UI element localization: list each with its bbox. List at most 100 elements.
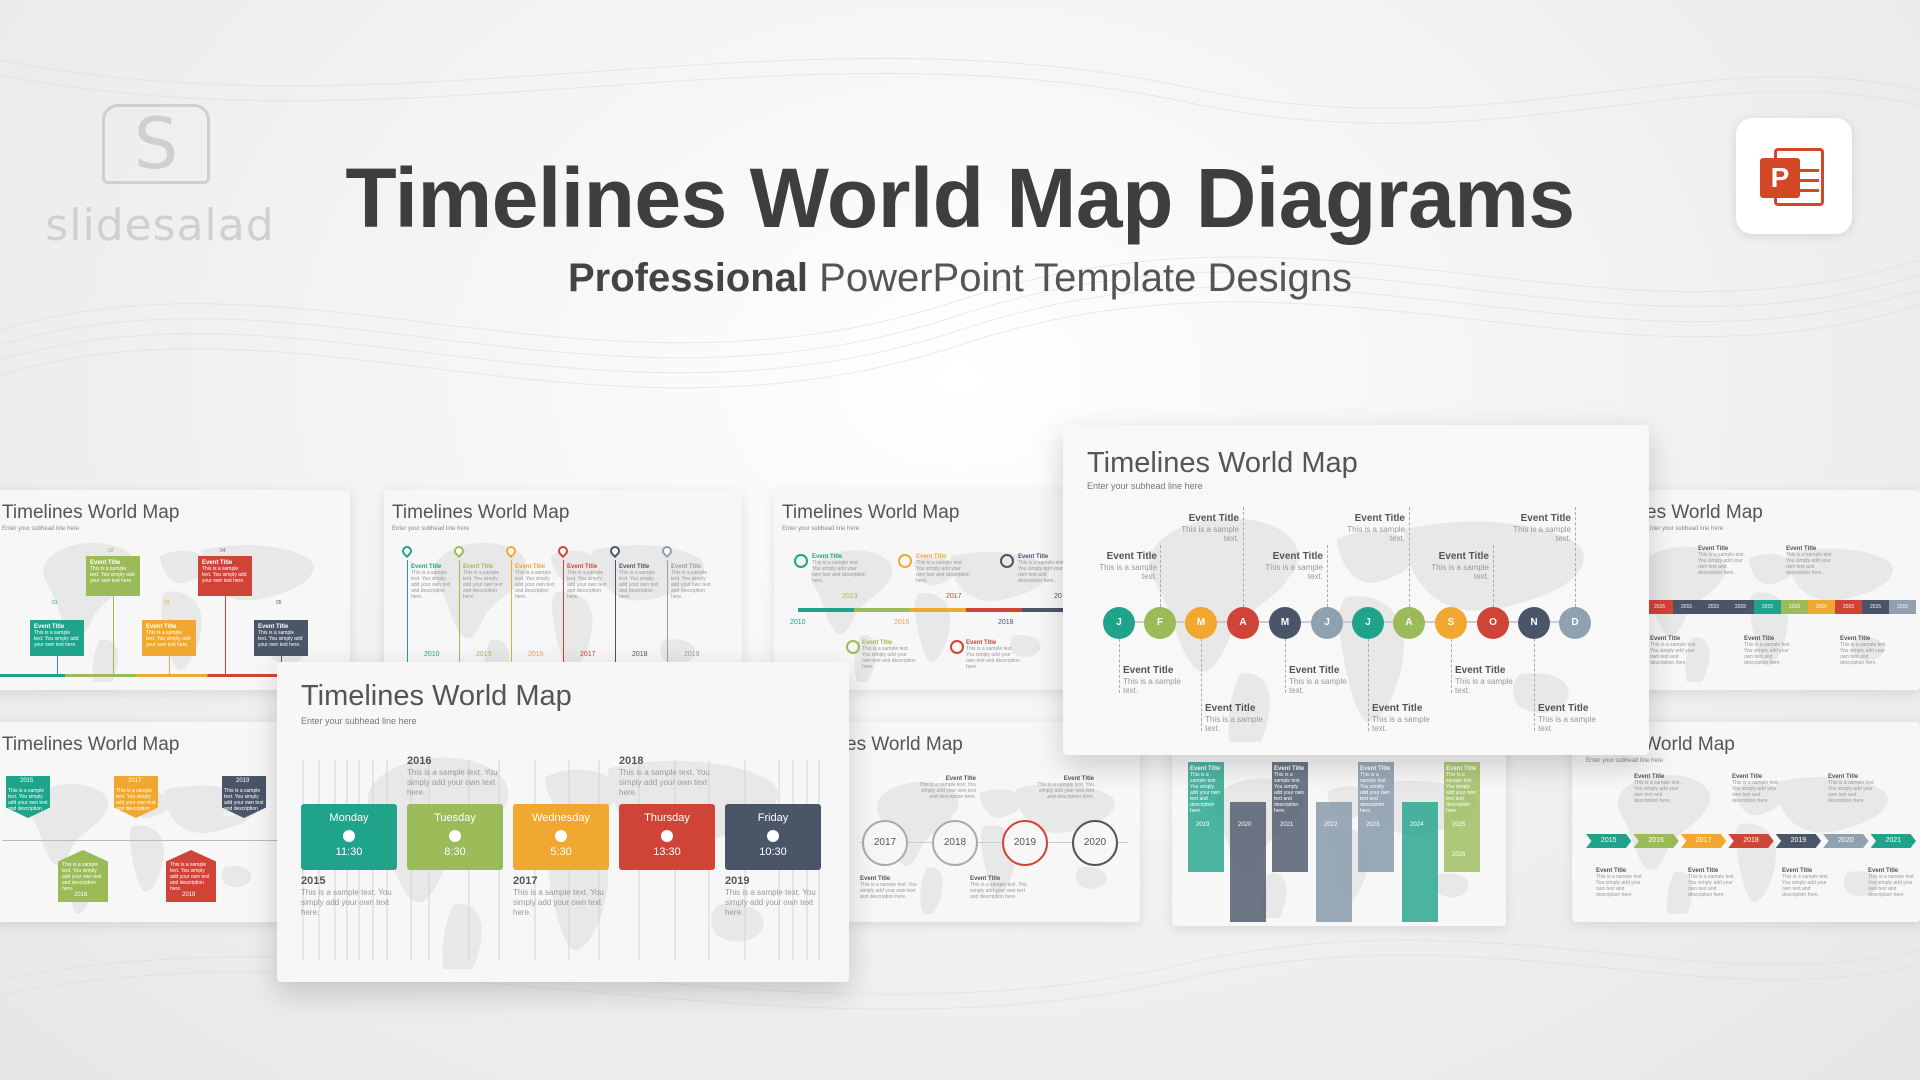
marker-text: This is a sample text. You simply add yo… [224,788,264,818]
marker-text: This is a sample text. You simply add yo… [116,788,156,818]
event-text: Event Title This is a sample text. You si… [1744,636,1791,666]
month-circle[interactable]: N [1518,607,1550,639]
year-label: 2018 [182,892,196,898]
month-circle[interactable]: D [1559,607,1591,639]
step-text: Event Title This is a sample text. You si… [258,624,303,648]
year-cell: 2015 [1673,600,1700,614]
year-label: 2013 [842,593,858,600]
day-card-friday[interactable]: Friday 10:30 [725,804,821,870]
page-subtitle: Professional PowerPoint Template Designs [300,256,1620,301]
year-cell: 2015 [1727,600,1754,614]
year-label: 2022 [1324,822,1338,828]
step-text: Event Title This is a sample text. You si… [34,624,79,648]
marker-text: This is a sample text. You simply add yo… [62,862,102,892]
event-text: Event Title This is a sample text. You si… [567,564,607,600]
year-label: 2025 [1452,822,1466,828]
day-name: Wednesday [532,812,590,824]
slide-thumb-1[interactable]: Timelines World Map Enter your subhead l… [0,490,350,690]
step-number: 04 [220,548,226,554]
chevron-year: 2019 [1775,834,1822,848]
subtitle-rest: PowerPoint Template Designs [819,256,1353,300]
year-column [1316,802,1352,922]
timeline-bar [798,608,1074,612]
day-card-monday[interactable]: Monday 11:30 [301,804,397,870]
step-number: 01 [52,600,58,606]
day-time: 10:30 [759,846,787,858]
connector [1160,545,1161,607]
column-text: Event Title This is a sample text. You si… [1274,766,1305,814]
slidesalad-logo: S slidesalad [40,100,280,251]
step-text: Event Title This is a sample text. You si… [90,560,135,584]
year-label: 2010 [790,619,806,626]
chevron-year: 2017 [1680,834,1727,848]
slide-thumb-5[interactable]: Timelines World Map 2015 2017 2019 2016 … [0,722,284,922]
event-text: Event Title This is a sample text. You si… [862,640,916,670]
month-circle[interactable]: M [1185,607,1217,639]
year-label: 2019 [236,778,250,784]
logo-text: slidesalad [45,200,275,251]
day-card-thursday[interactable]: Thursday 13:30 [619,804,715,870]
day-time: 8:30 [444,846,466,858]
timeline-line [2,840,282,841]
year-cell: 2015 [1781,600,1808,614]
month-circle[interactable]: A [1227,607,1259,639]
month-circle[interactable]: O [1477,607,1509,639]
subtitle-bold: Professional [567,256,809,300]
year-label: 2019 [1196,822,1210,828]
year-label: 2020 [1238,822,1252,828]
event-text: Event Title This is a sample text. You si… [1786,546,1833,576]
featured-slide-months[interactable]: Timelines World Map Enter your subhead l… [1063,425,1649,755]
event-text: Event Title This is a sample text. You si… [1688,868,1735,898]
event-text: Event Title This is a sample text. You si… [966,640,1020,670]
day-dot [555,830,567,842]
year-label: 2017 [946,593,962,600]
month-circle[interactable]: A [1393,607,1425,639]
featured-slide-days[interactable]: Timelines World Map Enter your subhead l… [277,662,849,982]
month-circle[interactable]: J [1352,607,1384,639]
book-icon [846,640,860,654]
connector [1243,507,1244,607]
year-cell: 2015 [1835,600,1862,614]
event-text: Event Title This is a sample text. You si… [1596,868,1643,898]
month-circle[interactable]: J [1103,607,1135,639]
slide-thumb-2[interactable]: Timelines World Map Enter your subhead l… [384,490,742,690]
chevron-year: 2020 [1823,834,1869,848]
day-card-wednesday[interactable]: Wednesday 5:30 [513,804,609,870]
slide-title: Timelines World Map [392,502,570,523]
slide-subtitle: Enter your subhead line here [2,526,80,532]
month-circle[interactable]: F [1144,607,1176,639]
marker-text: This is a sample text. You simply add yo… [8,788,48,818]
year-cell: 2015 [1700,600,1727,614]
year-note-bottom: 2019 This is a sample text. You simply ad… [725,875,816,918]
column-text: Event Title This is a sample text. You si… [1190,766,1221,814]
timeline-line [1109,621,1589,623]
slide-thumb-3[interactable]: Timelines World Map Enter your subhead l… [774,490,1074,690]
chevron-year: 2018 [1728,834,1774,848]
year-circle: 2017 [862,820,908,866]
day-card-tuesday[interactable]: Tuesday 8:30 [407,804,503,870]
event-text: Event Title This is a sample text. You si… [671,564,711,600]
day-name: Tuesday [434,812,476,824]
event-text: Event Title This is a sample text. You si… [970,876,1027,900]
connector [1201,639,1202,731]
target-icon [950,640,964,654]
event-text: Event Title This is a sample text. You si… [916,554,970,584]
step-line [57,656,58,674]
year-column [1230,802,1266,922]
year-column [1402,802,1438,922]
connector [1493,545,1494,607]
day-time: 5:30 [550,846,572,858]
slide-title: Timelines World Map [1087,447,1358,479]
year-label: 2026 [1452,852,1466,858]
connector [1327,545,1328,607]
column-text: Event Title This is a sample text. You si… [1360,766,1391,814]
month-circle[interactable]: J [1311,607,1343,639]
marker-text: This is a sample text. You simply add yo… [170,862,210,892]
event-text: Event Title This is a sample text. You si… [860,876,917,900]
chevron-year: 2016 [1633,834,1679,848]
month-circle[interactable]: M [1269,607,1301,639]
month-circle[interactable]: S [1435,607,1467,639]
chevron-year: 2021 [1870,834,1916,848]
event-text: Event Title This is a sample text. You si… [1018,554,1065,584]
event-text: Event Title This is a sample text. You si… [1634,774,1681,804]
